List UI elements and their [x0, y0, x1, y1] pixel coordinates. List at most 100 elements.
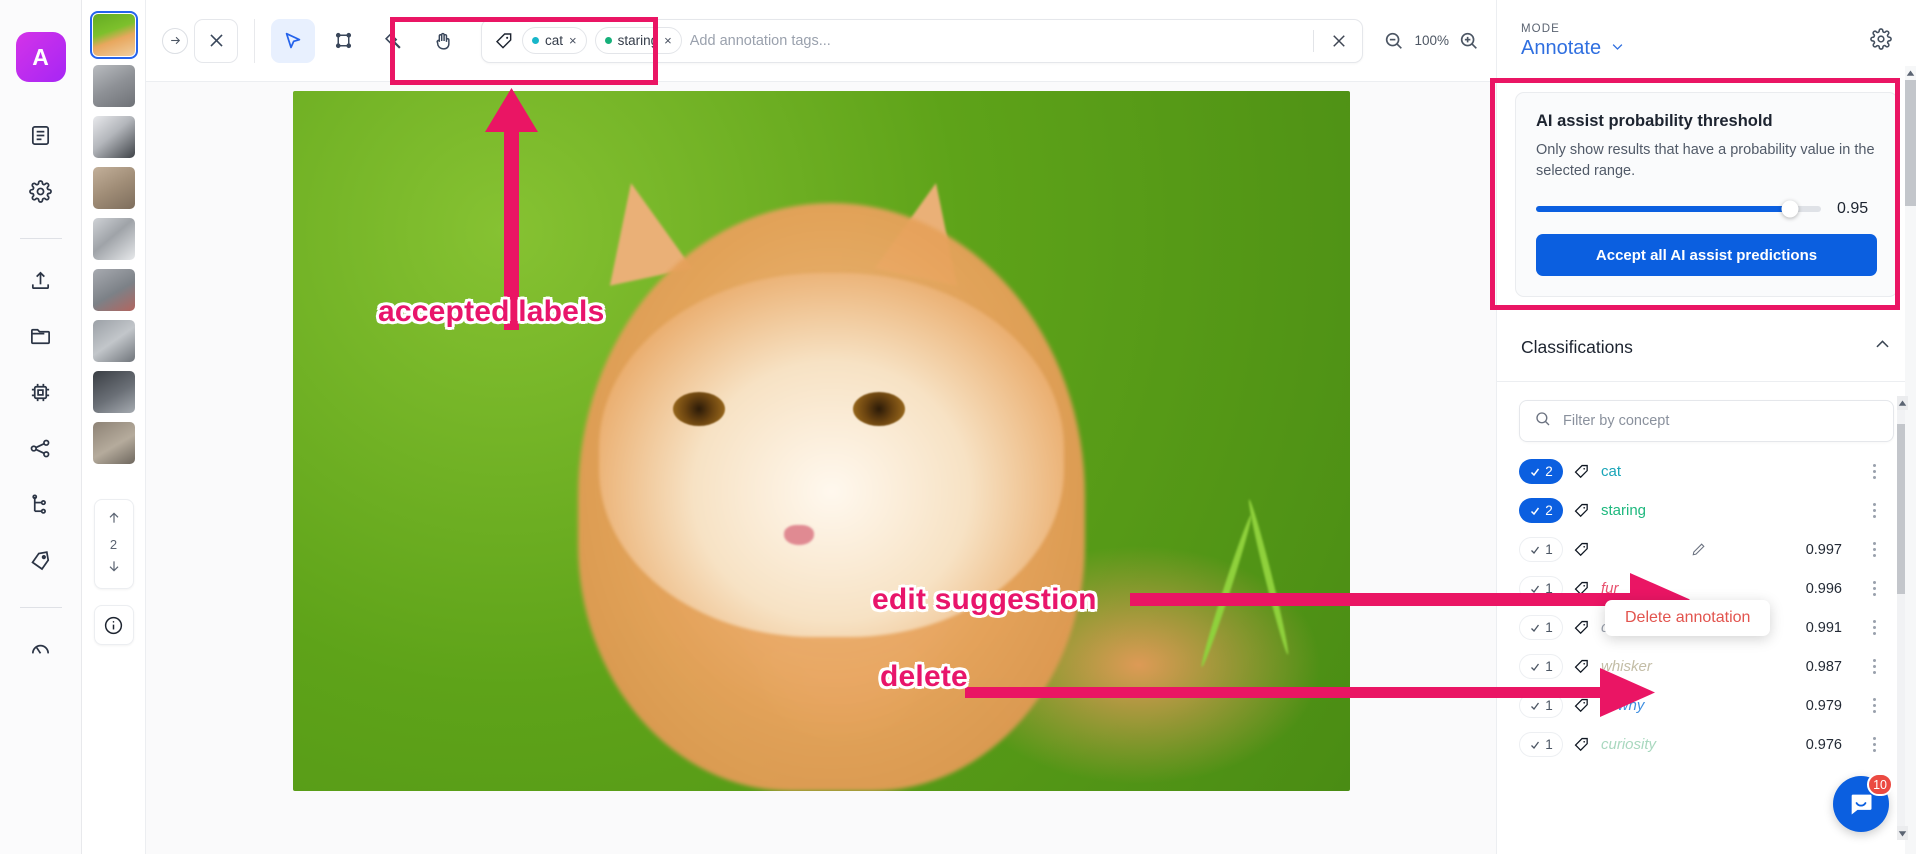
folder-icon[interactable] — [18, 313, 64, 359]
annotation-chip-cat[interactable]: cat × — [522, 27, 587, 54]
row-menu-icon[interactable] — [1866, 503, 1882, 518]
concept-tag-icon — [1573, 541, 1591, 558]
accept-badge[interactable]: 2 — [1519, 459, 1563, 484]
share-icon[interactable] — [18, 425, 64, 471]
row-menu-icon[interactable] — [1866, 737, 1882, 752]
chevron-down-icon[interactable] — [1610, 37, 1625, 60]
clear-tags-icon[interactable] — [1322, 24, 1356, 58]
upload-icon[interactable] — [18, 257, 64, 303]
collapse-panel-icon[interactable] — [162, 28, 188, 54]
annotation-tag-bar[interactable]: cat × staring × — [481, 19, 1363, 63]
workflow-icon[interactable] — [18, 481, 64, 527]
threshold-slider-row: 0.95 — [1536, 200, 1877, 218]
zoom-out-icon[interactable] — [1383, 30, 1405, 52]
classification-row[interactable]: 2 staring — [1497, 491, 1890, 530]
chip-remove-icon[interactable]: × — [664, 34, 672, 47]
row-menu-icon[interactable] — [1866, 620, 1882, 635]
mode-dropdown[interactable]: Annotate — [1521, 37, 1625, 60]
list-scroll-down-icon[interactable] — [1897, 826, 1908, 840]
concept-filter-input[interactable] — [1563, 413, 1879, 429]
zoom-level: 100% — [1414, 33, 1449, 48]
edit-suggestion-icon[interactable] — [1691, 542, 1706, 557]
page-navigator[interactable]: 2 — [94, 499, 134, 589]
concept-score: 0.979 — [1806, 698, 1842, 714]
row-menu-icon[interactable] — [1866, 581, 1882, 596]
chip-color-dot — [605, 37, 612, 44]
threshold-value: 0.95 — [1837, 200, 1877, 218]
threshold-slider[interactable] — [1536, 206, 1821, 212]
accept-badge[interactable]: 1 — [1519, 615, 1563, 640]
rail-divider-1 — [20, 238, 62, 239]
concept-filter-wrap — [1497, 382, 1916, 452]
accept-all-predictions-button[interactable]: Accept all AI assist predictions — [1536, 234, 1877, 276]
classification-row[interactable]: 1 0.997 — [1497, 530, 1890, 569]
gear-icon[interactable] — [18, 168, 64, 214]
accept-badge[interactable]: 2 — [1519, 498, 1563, 523]
accept-badge[interactable]: 1 — [1519, 537, 1563, 562]
thumbnail-item[interactable] — [93, 14, 135, 56]
row-menu-icon[interactable] — [1866, 698, 1882, 713]
thumbnail-item[interactable] — [93, 218, 135, 260]
thumbnail-item[interactable] — [93, 116, 135, 158]
polygon-tool-icon[interactable] — [371, 19, 415, 63]
thumbnail-item[interactable] — [93, 371, 135, 413]
badge-count: 1 — [1545, 659, 1553, 674]
chip-remove-icon[interactable]: × — [569, 34, 577, 47]
concept-score: 0.976 — [1806, 737, 1842, 753]
thumbnail-item[interactable] — [93, 65, 135, 107]
tag-icon[interactable] — [18, 537, 64, 583]
pan-tool-icon[interactable] — [421, 19, 465, 63]
bounding-box-tool-icon[interactable] — [321, 19, 365, 63]
image-canvas[interactable] — [146, 82, 1496, 854]
classification-row[interactable]: 1 downy 0.979 — [1497, 686, 1890, 725]
delete-annotation-tooltip[interactable]: Delete annotation — [1605, 600, 1770, 636]
panel-scrollbar[interactable] — [1905, 66, 1916, 854]
panel-scrollbar-thumb[interactable] — [1905, 66, 1916, 206]
zoom-in-icon[interactable] — [1458, 30, 1480, 52]
row-menu-icon[interactable] — [1866, 542, 1882, 557]
info-button[interactable] — [94, 605, 134, 645]
concept-score: 0.997 — [1806, 542, 1842, 558]
concept-filter[interactable] — [1519, 400, 1894, 442]
annotation-app: A — [0, 0, 1916, 854]
slider-fill — [1536, 206, 1790, 212]
concept-name: staring — [1601, 502, 1832, 519]
thumbnail-item[interactable] — [93, 167, 135, 209]
chevron-up-icon[interactable] — [1873, 335, 1892, 359]
classification-row[interactable]: 1 whisker 0.987 — [1497, 647, 1890, 686]
page-down-icon[interactable] — [106, 558, 122, 579]
list-scroll-up-icon[interactable] — [1897, 396, 1908, 410]
row-menu-icon[interactable] — [1866, 464, 1882, 479]
app-logo[interactable]: A — [16, 32, 66, 82]
thumbnail-strip[interactable]: 2 — [82, 0, 146, 854]
settings-gear-icon[interactable] — [1870, 28, 1892, 55]
page-up-icon[interactable] — [106, 510, 122, 531]
annotation-tag-input[interactable] — [690, 33, 1306, 49]
thumbnail-item[interactable] — [93, 422, 135, 464]
accept-badge[interactable]: 1 — [1519, 654, 1563, 679]
row-menu-icon[interactable] — [1866, 659, 1882, 674]
accept-badge[interactable]: 1 — [1519, 693, 1563, 718]
panel-scroll-up-icon[interactable] — [1905, 66, 1916, 80]
close-icon[interactable] — [194, 19, 238, 63]
right-panel: MODE Annotate AI assist probability thre… — [1496, 0, 1916, 854]
classification-row[interactable]: 2 cat — [1497, 452, 1890, 491]
chip-color-dot — [532, 37, 539, 44]
concept-score: 0.991 — [1806, 620, 1842, 636]
annotation-chip-staring[interactable]: staring × — [595, 27, 682, 54]
thumbnail-item[interactable] — [93, 320, 135, 362]
pointer-tool-icon[interactable] — [271, 19, 315, 63]
classifications-header[interactable]: Classifications — [1497, 309, 1916, 382]
thumbnail-item[interactable] — [93, 269, 135, 311]
slider-knob[interactable] — [1781, 201, 1798, 218]
accept-badge[interactable]: 1 — [1519, 576, 1563, 601]
annotated-image[interactable] — [293, 91, 1350, 791]
chat-widget-button[interactable]: 10 — [1833, 776, 1889, 832]
chip-icon[interactable] — [18, 369, 64, 415]
gauge-icon[interactable] — [18, 626, 64, 672]
badge-count: 1 — [1545, 698, 1553, 713]
classification-row[interactable]: 1 curiosity 0.976 — [1497, 725, 1890, 764]
mode-label: MODE — [1521, 23, 1625, 35]
document-icon[interactable] — [18, 112, 64, 158]
accept-badge[interactable]: 1 — [1519, 732, 1563, 757]
